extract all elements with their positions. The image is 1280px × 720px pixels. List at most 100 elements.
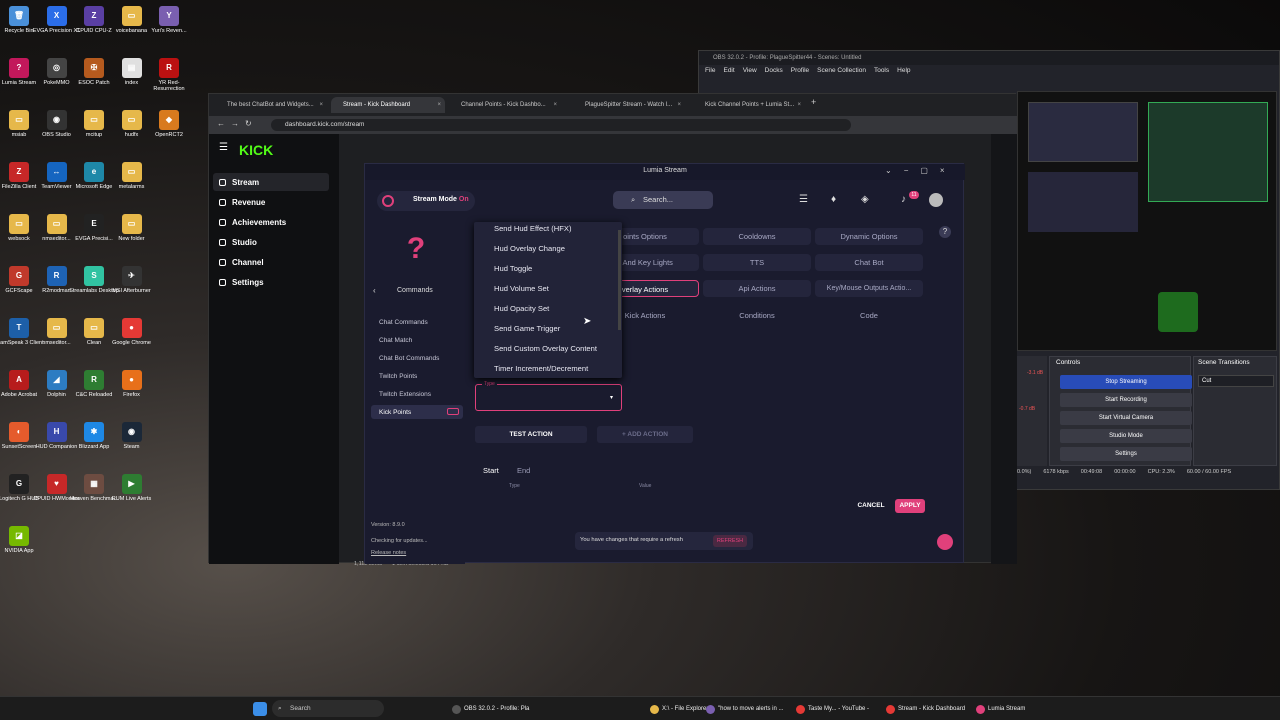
tab-cooldowns[interactable]: Cooldowns bbox=[703, 228, 811, 245]
dropdown-option[interactable]: Send Custom Overlay Content bbox=[494, 344, 597, 353]
obs-menu-item[interactable]: Profile bbox=[791, 65, 809, 77]
taskbar-app-browser[interactable]: "how to move alerts in ... bbox=[706, 701, 784, 717]
obs-menu-item[interactable]: Tools bbox=[874, 65, 889, 77]
start-virtual-camera-button[interactable]: Start Virtual Camera bbox=[1060, 411, 1192, 425]
taskbar-app-explorer[interactable]: X:\ - File Explorer bbox=[650, 701, 708, 717]
sidebar-item-chat-match[interactable]: Chat Match bbox=[379, 337, 412, 344]
tab-dynamic-options[interactable]: Dynamic Options bbox=[815, 228, 923, 245]
browser-tab[interactable]: Kick Channel Points + Lumia St... × bbox=[693, 97, 805, 113]
desktop-icon[interactable]: ◉ Steam bbox=[106, 422, 158, 450]
desktop-icon[interactable]: ▶ RUM Live Alerts bbox=[106, 474, 158, 502]
apply-button[interactable]: APPLY bbox=[895, 499, 925, 513]
taskbar-app-lumia[interactable]: Lumia Stream bbox=[976, 701, 1025, 717]
kick-nav-achievements[interactable]: Achievements bbox=[219, 218, 286, 227]
kick-logo[interactable]: KICK bbox=[239, 142, 273, 158]
address-bar[interactable]: dashboard.kick.com/stream bbox=[271, 119, 851, 131]
refresh-button[interactable]: REFRESH bbox=[713, 535, 747, 547]
desktop-icon[interactable]: ▭ metalarms bbox=[106, 162, 158, 190]
obs-transitions-panel: Scene Transitions Cut bbox=[1193, 356, 1277, 466]
desktop-icon[interactable]: ● Firefox bbox=[106, 370, 158, 398]
app-icon: e bbox=[84, 162, 104, 182]
add-action-button[interactable]: + ADD ACTION bbox=[597, 426, 693, 443]
taskbar-app-kick[interactable]: Stream - Kick Dashboard bbox=[886, 701, 965, 717]
obs-menu-item[interactable]: Scene Collection bbox=[817, 65, 866, 77]
desktop-icon[interactable]: ✈ MSI Afterburner bbox=[106, 266, 158, 294]
cancel-button[interactable]: CANCEL bbox=[849, 499, 893, 513]
obs-settings-button[interactable]: Settings bbox=[1060, 447, 1192, 461]
search-input[interactable]: ⌕ Search... bbox=[613, 191, 713, 209]
kick-nav-revenue[interactable]: Revenue bbox=[219, 198, 265, 207]
taskbar-search[interactable]: ⌕ Search bbox=[272, 700, 384, 717]
bulb-icon[interactable]: ♦ bbox=[831, 194, 836, 205]
tab-tts[interactable]: TTS bbox=[703, 254, 811, 271]
new-tab-icon[interactable]: + bbox=[811, 97, 816, 107]
start-recording-button[interactable]: Start Recording bbox=[1060, 393, 1192, 407]
dropdown-option[interactable]: Hud Overlay Change bbox=[494, 244, 565, 253]
tab-key-mouse-outputs[interactable]: Key/Mouse Outputs Actio... bbox=[815, 280, 923, 297]
tab-start[interactable]: Start bbox=[483, 466, 499, 475]
kick-nav-settings[interactable]: Settings bbox=[219, 278, 264, 287]
obs-menu-item[interactable]: Edit bbox=[723, 65, 734, 77]
tab-conditions[interactable]: Conditions bbox=[703, 307, 811, 324]
obs-menu-item[interactable]: Help bbox=[897, 65, 910, 77]
status-text: 0.0%) bbox=[1017, 469, 1032, 475]
kick-sidebar: ☰ KICK Stream Revenue Achievements Studi… bbox=[209, 134, 339, 564]
menu-icon[interactable]: ☰ bbox=[219, 142, 228, 153]
sidebar-item-chat-commands[interactable]: Chat Commands bbox=[379, 319, 428, 326]
type-select[interactable]: Type ▾ bbox=[475, 381, 622, 411]
sidebar-item-twitch-points[interactable]: Twitch Points bbox=[379, 373, 417, 380]
tab-api-actions[interactable]: Api Actions bbox=[703, 280, 811, 297]
tab-code[interactable]: Code bbox=[815, 307, 923, 324]
browser-tab-active[interactable]: Stream - Kick Dashboard × bbox=[331, 97, 445, 113]
obs-menu-item[interactable]: View bbox=[743, 65, 757, 77]
dropdown-option[interactable]: Hud Volume Set bbox=[494, 284, 549, 293]
bell-icon[interactable]: ♪ bbox=[901, 194, 906, 205]
dropdown-option[interactable]: Timer Increment/Decrement bbox=[494, 364, 588, 373]
windows-start-icon[interactable] bbox=[253, 702, 267, 716]
taskbar-app-obs[interactable]: OBS 32.0.2 - Profile: Pla bbox=[452, 701, 529, 717]
browser-tab[interactable]: PlagueSpitter Stream - Watch l... × bbox=[573, 97, 685, 113]
help-icon[interactable]: ? bbox=[939, 226, 951, 238]
desktop-icon[interactable]: R YR Red-Resurrection bbox=[143, 58, 195, 93]
desktop-icon[interactable]: ▭ New folder bbox=[106, 214, 158, 242]
dropdown-option[interactable]: Send Game Trigger bbox=[494, 324, 560, 333]
taskbar-app-youtube[interactable]: Taste My... - YouTube - bbox=[796, 701, 869, 717]
studio-icon bbox=[219, 239, 226, 246]
dropdown-option[interactable]: Hud Opacity Set bbox=[494, 304, 549, 313]
chat-bubble-icon[interactable] bbox=[937, 534, 953, 550]
stream-mode-toggle[interactable]: Stream Mode On bbox=[377, 191, 475, 211]
obs-menu-item[interactable]: File bbox=[705, 65, 715, 77]
test-action-button[interactable]: TEST ACTION bbox=[475, 426, 587, 443]
kick-nav-studio[interactable]: Studio bbox=[219, 238, 257, 247]
dropdown-option[interactable]: Hud Toggle bbox=[494, 264, 532, 273]
browser-tab[interactable]: Channel Points - Kick Dashbo... × bbox=[449, 97, 561, 113]
back-icon[interactable]: ‹ bbox=[373, 286, 376, 295]
release-notes-link[interactable]: Release notes bbox=[371, 550, 406, 556]
kick-nav-stream[interactable]: Stream bbox=[219, 178, 259, 187]
game-icon[interactable]: ◈ bbox=[861, 194, 869, 205]
dropdown-option[interactable]: Send Hud Effect (HFX) bbox=[494, 224, 572, 233]
desktop-icon[interactable]: ◆ OpenRCT2 bbox=[143, 110, 195, 138]
studio-mode-button[interactable]: Studio Mode bbox=[1060, 429, 1192, 443]
desktop-icon[interactable]: Y Yuri's Reven... bbox=[143, 6, 195, 34]
scrollbar[interactable] bbox=[618, 230, 621, 330]
sidebar-item-kick-points[interactable]: Kick Points bbox=[379, 409, 411, 416]
sliders-icon[interactable]: ☰ bbox=[799, 194, 808, 205]
desktop-icon[interactable]: ● Google Chrome bbox=[106, 318, 158, 346]
nav-icons[interactable]: ←→↻ bbox=[217, 119, 258, 128]
sidebar-item-twitch-extensions[interactable]: Twitch Extensions bbox=[379, 391, 431, 398]
desktop-icon[interactable]: ◪ NVIDIA App bbox=[0, 526, 45, 554]
tab-end[interactable]: End bbox=[517, 466, 530, 475]
obs-menu-item[interactable]: Docks bbox=[765, 65, 783, 77]
transition-select[interactable]: Cut bbox=[1198, 375, 1274, 387]
kick-nav-channel[interactable]: Channel bbox=[219, 258, 264, 267]
stop-streaming-button[interactable]: Stop Streaming bbox=[1060, 375, 1192, 389]
obs-preview[interactable] bbox=[1017, 91, 1277, 351]
obs-title: OBS 32.0.2 - Profile: PlagueSpitter44 - … bbox=[699, 51, 1279, 65]
avatar[interactable] bbox=[929, 193, 943, 207]
tab-chat-bot[interactable]: Chat Bot bbox=[815, 254, 923, 271]
window-controls[interactable]: ⌄−▢× bbox=[885, 166, 957, 175]
browser-tab[interactable]: The best ChatBot and Widgets... × bbox=[215, 97, 327, 113]
app-icon: G bbox=[9, 266, 29, 286]
sidebar-item-chat-bot-commands[interactable]: Chat Bot Commands bbox=[379, 355, 439, 362]
